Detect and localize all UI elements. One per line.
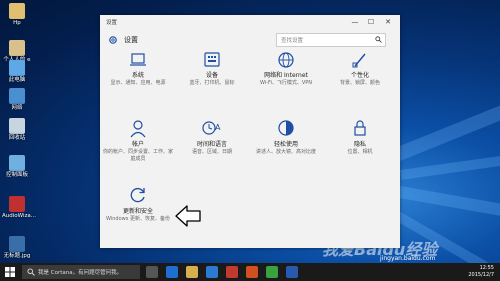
tile-label: 网络和 Internet [264,72,308,79]
tile-update-security[interactable]: 更新和安全 Windows 更新、恢复、备份 [102,185,174,223]
keyboard-icon [204,52,220,67]
computer-icon [9,60,25,76]
cortana-search-box[interactable]: 我是 Cortana，有问题尽管问我。 [22,265,140,279]
search-placeholder: 查找设置 [281,38,304,44]
ease-of-access-icon [278,120,294,136]
tile-description: 显示、通知、应用、电源 [110,80,166,86]
folder-icon [9,40,25,56]
tile-description: 位置、相机 [347,149,373,155]
tile-personalization[interactable]: 个性化 背景、锁屏、颜色 [324,51,396,87]
tile-description: Wi-Fi、飞行模式、VPN [259,80,313,86]
desktop-icon-audiowizard[interactable]: AudioWiza... [2,196,36,220]
tile-ease-of-access[interactable]: 轻松使用 讲述人、放大镜、高对比度 [250,118,322,156]
globe-icon [278,52,294,68]
audio-icon [9,196,25,212]
tile-label: 时间和语言 [196,141,227,148]
pointer-arrow-icon [175,205,201,227]
search-icon [27,268,35,276]
recycle-bin-icon [9,118,25,134]
desktop-icon-label: 此电脑 [8,77,26,83]
tile-label: 帐户 [131,141,144,148]
tile-description: Windows 更新、恢复、备份 [106,216,170,222]
desktop-icon-label: Hp [13,20,21,26]
desktop-icon-recycle-bin[interactable]: 回收站 [2,118,32,142]
window-title: 设置 [106,20,118,26]
tile-label: 设备 [205,72,218,79]
search-icon [375,36,382,43]
tile-accounts[interactable]: 帐户 你的帐户、同步设置、工作、家庭成员 [102,118,174,162]
windows-start-icon[interactable] [5,267,15,277]
desktop-icon-label: 无标题.jpg [3,253,31,259]
time-language-icon: A [202,121,221,135]
desktop-icon-label: 网络 [11,105,23,111]
clock-time: 12:55 [479,265,494,271]
edge-browser-icon[interactable] [166,266,178,278]
settings-window: 设置 — ☐ ✕ 设置 查找设置 系统 显示、通知、应用、电源 设备 蓝牙、打印… [100,15,400,248]
gear-icon [109,36,117,44]
desktop-icon-label: 回收站 [8,135,26,141]
tile-label: 更新和安全 [122,208,153,215]
tile-label: 轻松使用 [273,141,298,148]
tile-description: 语音、区域、日期 [191,149,232,155]
app-icon[interactable] [266,266,278,278]
desktop-icon-label: 控制面板 [5,172,28,178]
cortana-placeholder: 我是 Cortana，有问题尽管问我。 [38,270,123,276]
tile-label: 隐私 [353,141,366,148]
desktop-icon-label: AudioWiza... [2,213,36,219]
refresh-icon [130,187,145,203]
image-file-icon [9,236,25,252]
app-icon[interactable] [286,266,298,278]
store-icon[interactable] [206,266,218,278]
file-explorer-icon[interactable] [186,266,198,278]
desktop-icon-hp[interactable]: Hp [2,3,32,27]
folder-icon [9,3,25,19]
app-icon[interactable] [226,266,238,278]
search-input[interactable]: 查找设置 [276,33,386,47]
tile-label: 系统 [131,72,144,79]
minimize-button[interactable]: — [350,17,360,27]
page-title: 设置 [124,36,138,44]
tile-system[interactable]: 系统 显示、通知、应用、电源 [102,51,174,87]
tile-description: 蓝牙、打印机、鼠标 [189,80,235,86]
maximize-button[interactable]: ☐ [366,17,376,27]
app-icon[interactable] [246,266,258,278]
svg-text:A: A [215,123,221,132]
clock-date: 2015/12/7 [468,272,494,278]
tile-description: 背景、锁屏、颜色 [339,80,380,86]
close-button[interactable]: ✕ [383,17,393,27]
tile-description: 讲述人、放大镜、高对比度 [255,149,316,155]
clock[interactable]: 12:55 2015/12/7 [468,265,494,279]
desktop-icon-network[interactable]: 网络 [2,88,32,112]
control-panel-icon [9,155,25,171]
paintbrush-icon [352,53,366,68]
tile-description: 你的帐户、同步设置、工作、家庭成员 [102,149,173,162]
tile-privacy[interactable]: 隐私 位置、相机 [324,118,396,156]
watermark-url: jingyan.baidu.com [380,255,436,262]
title-bar[interactable]: 设置 — ☐ ✕ [100,15,400,29]
desktop-icon-control-panel[interactable]: 控制面板 [2,155,32,179]
person-icon [130,120,146,138]
tile-label: 个性化 [350,72,369,79]
taskbar: 我是 Cortana，有问题尽管问我。 12:55 2015/12/7 [0,263,500,281]
tile-devices[interactable]: 设备 蓝牙、打印机、鼠标 [176,51,248,87]
desktop-icon-this-pc[interactable]: 此电脑 [2,60,32,84]
network-icon [9,88,25,104]
task-view-icon[interactable] [146,266,158,278]
tile-network[interactable]: 网络和 Internet Wi-Fi、飞行模式、VPN [250,51,322,87]
lock-icon [354,120,366,136]
desktop-icon-image[interactable]: 无标题.jpg [2,236,32,260]
laptop-icon [130,53,146,66]
tile-time-language[interactable]: A 时间和语言 语音、区域、日期 [176,118,248,156]
